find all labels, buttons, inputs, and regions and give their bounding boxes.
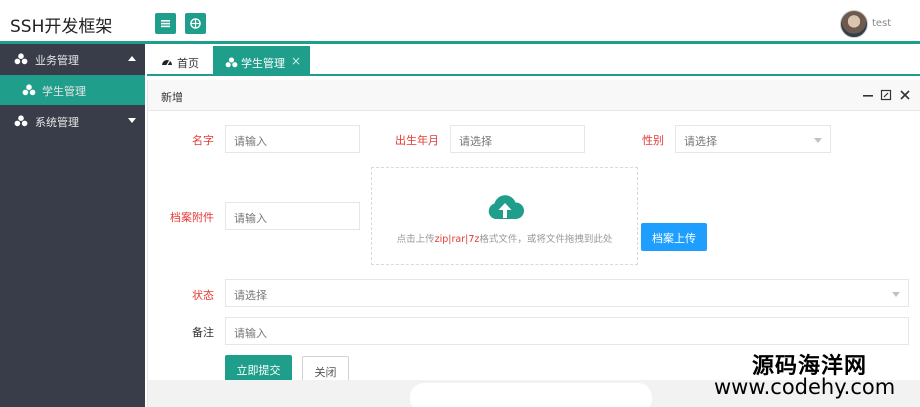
cubes-icon: [14, 115, 28, 127]
sidebar-item-system[interactable]: 系统管理: [0, 106, 145, 136]
tab-label: 学生管理: [241, 57, 285, 70]
sidebar-item-business[interactable]: 业务管理: [0, 44, 145, 74]
app-title: SSH开发框架: [10, 17, 113, 37]
name-input[interactable]: 请输入: [225, 125, 360, 153]
attachment-label: 档案附件: [170, 211, 214, 224]
chevron-down-icon: [814, 138, 822, 143]
upload-dropzone[interactable]: 点击上传zip|rar|7z格式文件，或将文件拖拽到此处: [371, 167, 638, 265]
panel-title: 新增: [161, 91, 183, 104]
name-placeholder: 请输入: [234, 135, 267, 148]
cubes-icon: [22, 84, 36, 96]
maximize-icon[interactable]: [879, 88, 893, 102]
dashboard-icon: [162, 60, 172, 66]
chevron-up-icon: [128, 56, 136, 61]
sidebar-item-students[interactable]: 学生管理: [0, 75, 145, 105]
tab-label: 首页: [177, 57, 199, 70]
tab-bar: 首页 学生管理 ×: [147, 44, 920, 76]
dropzone-formats: zip|rar|7z: [434, 234, 480, 245]
panel-header: 新增: [148, 80, 920, 111]
remark-label: 备注: [192, 326, 214, 339]
sidebar-item-label: 系统管理: [35, 116, 79, 129]
footer-overlay: [410, 383, 652, 407]
chevron-down-icon: [892, 292, 900, 297]
sidebar-item-label: 业务管理: [35, 54, 79, 67]
globe-icon: [190, 18, 201, 29]
submit-button[interactable]: 立即提交: [225, 355, 292, 383]
menu-toggle-button[interactable]: [155, 13, 176, 34]
cubes-icon: [225, 57, 238, 68]
sidebar-item-label: 学生管理: [42, 85, 86, 98]
user-name[interactable]: test: [872, 18, 891, 29]
attachment-placeholder: 请输入: [234, 212, 267, 225]
status-select[interactable]: 请选择: [225, 279, 909, 307]
sidebar: 业务管理 学生管理 系统管理: [0, 44, 145, 407]
status-label: 状态: [192, 289, 214, 302]
watermark-url: www.codehy.com: [714, 375, 896, 399]
upload-button[interactable]: 档案上传: [641, 223, 707, 251]
gender-placeholder: 请选择: [684, 135, 717, 148]
cloud-upload-icon: [488, 195, 524, 219]
globe-button[interactable]: [185, 13, 206, 34]
name-label: 名字: [192, 134, 214, 147]
close-icon[interactable]: [898, 88, 912, 102]
dropzone-suffix: 格式文件，或将文件拖拽到此处: [479, 234, 613, 245]
status-placeholder: 请选择: [234, 289, 267, 302]
tab-students[interactable]: 学生管理 ×: [213, 46, 310, 76]
minimize-icon[interactable]: [861, 88, 875, 102]
dropzone-text: 点击上传zip|rar|7z格式文件，或将文件拖拽到此处: [372, 231, 637, 245]
top-header: SSH开发框架 test: [0, 0, 920, 44]
menu-icon: [161, 20, 170, 28]
birth-label: 出生年月: [395, 134, 439, 147]
chevron-down-icon: [128, 118, 136, 123]
birth-date-input[interactable]: 请选择: [450, 125, 585, 153]
attachment-input[interactable]: 请输入: [225, 202, 360, 230]
gender-select[interactable]: 请选择: [675, 125, 831, 153]
birth-placeholder: 请选择: [459, 135, 492, 148]
remark-placeholder: 请输入: [234, 327, 267, 340]
user-avatar[interactable]: [840, 10, 868, 38]
close-tab-icon[interactable]: ×: [291, 54, 301, 68]
tab-home[interactable]: 首页: [147, 46, 213, 76]
dropzone-prefix: 点击上传: [396, 234, 435, 245]
remark-input[interactable]: 请输入: [225, 317, 909, 345]
cubes-icon: [14, 53, 28, 65]
gender-label: 性别: [642, 134, 664, 147]
